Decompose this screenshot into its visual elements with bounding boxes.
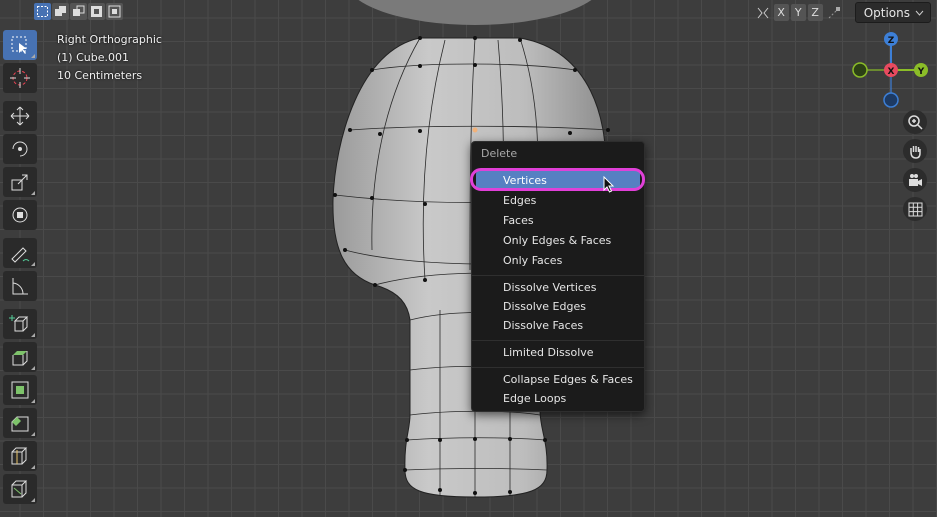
menu-item-edges[interactable]: Edges: [476, 191, 640, 210]
rotate-tool[interactable]: [3, 134, 37, 164]
knife-tool[interactable]: [3, 474, 37, 504]
select-box-icon: [11, 36, 27, 54]
scale-tool[interactable]: [3, 167, 37, 197]
mirror-icon[interactable]: [754, 4, 772, 21]
mouse-cursor-icon: [603, 176, 615, 193]
knife-icon: [11, 480, 28, 498]
axis-y-toggle[interactable]: Y: [790, 4, 806, 21]
select-extend-button[interactable]: [52, 3, 69, 20]
add-cube-tool[interactable]: [3, 309, 37, 339]
select-subtract-button[interactable]: [70, 3, 87, 20]
inset-tool[interactable]: [3, 375, 37, 405]
loop-cut-tool[interactable]: [3, 441, 37, 471]
extrude-tool[interactable]: [3, 342, 37, 372]
extrude-icon: [12, 351, 28, 366]
zoom-button[interactable]: [903, 110, 927, 134]
intersect-icon: [108, 5, 121, 18]
cursor-tool[interactable]: [3, 63, 37, 93]
cursor-icon: [10, 68, 30, 88]
gizmo-neg-y-axis[interactable]: [852, 62, 868, 78]
select-intersect-button[interactable]: [106, 3, 123, 20]
menu-item-only-edges-faces[interactable]: Only Edges & Faces: [476, 231, 640, 250]
options-dropdown[interactable]: Options: [854, 2, 931, 23]
view-name: Right Orthographic: [57, 33, 162, 46]
grid-scale: 10 Centimeters: [57, 69, 143, 82]
select-box-icon: [37, 6, 48, 17]
options-label: Options: [863, 5, 910, 20]
measure-icon: [12, 278, 28, 295]
menu-item-dissolve-edges[interactable]: Dissolve Edges: [476, 297, 640, 316]
menu-item-dissolve-vertices[interactable]: Dissolve Vertices: [476, 278, 640, 297]
menu-item-edge-loops[interactable]: Edge Loops: [476, 389, 640, 408]
viewport-info: Right Orthographic (1) Cube.001 10 Centi…: [57, 31, 162, 85]
menu-separator: [472, 275, 644, 276]
selection-mode-group: [34, 3, 123, 20]
camera-icon: [908, 173, 922, 186]
loop-cut-icon: [11, 447, 28, 465]
hand-icon: [909, 145, 921, 159]
menu-item-faces[interactable]: Faces: [476, 211, 640, 230]
select-box-tool[interactable]: [3, 30, 37, 60]
chevron-down-icon: [915, 10, 924, 16]
zoom-icon: [907, 114, 923, 130]
menu-separator: [472, 340, 644, 341]
transform-icon: [12, 207, 28, 223]
menu-title: Delete: [481, 147, 518, 160]
bevel-tool[interactable]: [3, 408, 37, 438]
menu-item-limited-dissolve[interactable]: Limited Dissolve: [476, 343, 640, 362]
move-icon: [10, 106, 30, 126]
navigation-gizmo[interactable]: Z Y X: [848, 28, 928, 108]
object-name: (1) Cube.001: [57, 51, 129, 64]
invert-icon: [91, 6, 102, 17]
menu-item-dissolve-faces[interactable]: Dissolve Faces: [476, 316, 640, 335]
camera-button[interactable]: [903, 168, 927, 192]
ortho-toggle-button[interactable]: [903, 197, 927, 221]
extend-icon: [55, 6, 66, 16]
snap-icon[interactable]: [825, 4, 843, 21]
transform-tool[interactable]: [3, 200, 37, 230]
gizmo-y-label: Y: [917, 67, 925, 77]
annotate-tool[interactable]: [3, 238, 37, 268]
menu-item-only-faces[interactable]: Only Faces: [476, 251, 640, 270]
scale-icon: [11, 174, 28, 191]
grid-icon: [908, 202, 922, 216]
gizmo-x-label: X: [888, 67, 895, 77]
subtract-icon: [73, 5, 85, 16]
navigation-buttons: [903, 110, 927, 226]
measure-tool[interactable]: [3, 271, 37, 301]
pan-button[interactable]: [903, 139, 927, 163]
select-new-button[interactable]: [34, 3, 51, 20]
move-tool[interactable]: [3, 101, 37, 131]
axis-z-toggle[interactable]: Z: [807, 4, 823, 21]
menu-item-vertices[interactable]: Vertices: [476, 171, 640, 190]
bevel-icon: [11, 416, 29, 432]
rotate-icon: [12, 141, 28, 157]
gizmo-neg-z-axis[interactable]: [883, 92, 899, 108]
inset-icon: [11, 381, 29, 399]
tool-shelf: [3, 30, 39, 507]
axis-x-toggle[interactable]: X: [773, 4, 789, 21]
delete-menu: Delete Vertices Edges Faces Only Edges &…: [471, 141, 645, 412]
menu-item-collapse-edges-faces[interactable]: Collapse Edges & Faces: [476, 370, 640, 389]
header-right-group: X Y Z Options: [754, 2, 931, 23]
add-cube-icon: [9, 315, 29, 332]
menu-separator: [472, 367, 644, 368]
gizmo-z-label: Z: [888, 36, 895, 46]
select-invert-button[interactable]: [88, 3, 105, 20]
annotate-icon: [11, 247, 30, 263]
